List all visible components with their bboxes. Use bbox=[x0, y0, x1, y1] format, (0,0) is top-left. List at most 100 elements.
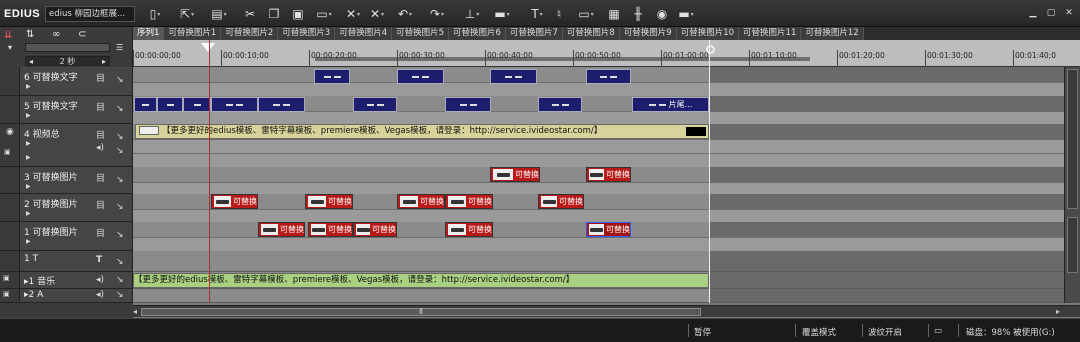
image-clip[interactable]: 可替换 bbox=[308, 222, 353, 237]
text-clip[interactable] bbox=[314, 69, 350, 84]
zoom-in-icon[interactable]: ▸ bbox=[102, 57, 106, 66]
vertical-scroll-thumb[interactable] bbox=[1067, 69, 1078, 209]
undo-icon[interactable]: ↶ ▾ bbox=[396, 5, 414, 23]
channel-icon[interactable]: ▣ bbox=[3, 274, 10, 282]
link-icon[interactable]: ⇅ bbox=[26, 29, 34, 40]
tab-image-4[interactable]: 可替换图片4 bbox=[335, 27, 393, 40]
text-clip[interactable] bbox=[183, 97, 211, 112]
track-expand-icon[interactable]: ↘ bbox=[116, 290, 124, 300]
maximize-icon[interactable]: ▢ bbox=[1044, 6, 1058, 20]
track-header-2[interactable]: 2 可替换图片 目 ↘ ▶ bbox=[0, 194, 133, 222]
tab-image-7[interactable]: 可替换图片7 bbox=[505, 27, 563, 40]
image-clip[interactable]: 可替换 bbox=[353, 222, 397, 237]
group-icon[interactable]: ∞ bbox=[52, 29, 60, 40]
track-header-3[interactable]: 3 可替换图片 目 ↘ ▶ bbox=[0, 167, 133, 194]
collapse-arrow-icon[interactable]: ▶ bbox=[26, 183, 31, 190]
text-clip[interactable] bbox=[258, 97, 305, 112]
collapse-arrow-icon[interactable]: ▶ bbox=[26, 140, 31, 147]
text-clip[interactable] bbox=[157, 97, 183, 112]
video-toggle-icon[interactable]: ◉ bbox=[6, 127, 14, 137]
collapse-arrow-icon[interactable]: ▶ bbox=[26, 154, 31, 161]
speaker-icon[interactable]: ◂) bbox=[96, 290, 104, 300]
track-lane-a2[interactable] bbox=[133, 289, 1072, 303]
cut-icon[interactable]: ✂ bbox=[242, 5, 258, 23]
channel-icon[interactable]: ▣ bbox=[3, 290, 10, 298]
track-lane-3[interactable]: 可替换 可替换 bbox=[133, 167, 1072, 194]
monitor-icon[interactable]: ▭ bbox=[934, 326, 942, 336]
image-clip[interactable]: 可替换 bbox=[305, 194, 353, 209]
ripple-status[interactable]: 波纹开启 bbox=[868, 326, 902, 338]
sync-icon[interactable]: ⊂ bbox=[78, 29, 86, 40]
track-lane-6[interactable] bbox=[133, 67, 1072, 96]
track-lane-a1[interactable]: 【更多更好的edius模板、雷特字幕模板、premiere模板、Vegas模板，… bbox=[133, 272, 1072, 289]
voiceover-icon[interactable]: ♮ bbox=[552, 5, 566, 23]
image-clip[interactable]: 可替换 bbox=[397, 194, 445, 209]
vertical-scrollbar[interactable] bbox=[1064, 67, 1080, 303]
redo-icon[interactable]: ↷ ▾ bbox=[428, 5, 446, 23]
scroll-right-icon[interactable]: ▸ bbox=[1056, 306, 1060, 318]
track-expand-icon[interactable]: ↘ bbox=[116, 175, 124, 185]
project-name[interactable]: edius 柳园边框展... bbox=[45, 6, 135, 22]
tab-image-5[interactable]: 可替换图片5 bbox=[392, 27, 450, 40]
track-display-icon[interactable]: 目 bbox=[96, 198, 105, 211]
track-display-icon[interactable]: 目 bbox=[96, 128, 105, 141]
edit-mode-status[interactable]: 覆盖模式 bbox=[802, 326, 836, 338]
zoom-out-icon[interactable]: ◂ bbox=[29, 57, 33, 66]
track-expand-icon[interactable]: ↘ bbox=[116, 202, 124, 212]
text-clip[interactable] bbox=[490, 69, 537, 84]
track-header-a1[interactable]: ▣ ▸1 音乐 ◂) ↘ bbox=[0, 272, 133, 289]
scroll-left-icon[interactable]: ◂ bbox=[133, 306, 137, 318]
insert-mode-icon[interactable]: ▭ ▾ bbox=[314, 5, 334, 23]
title-track-icon[interactable]: T bbox=[96, 255, 102, 265]
title-icon[interactable]: T ▾ bbox=[528, 5, 546, 23]
image-clip[interactable]: 可替换 bbox=[538, 194, 584, 209]
save-icon[interactable]: ▤ ▾ bbox=[210, 5, 228, 23]
text-clip[interactable] bbox=[397, 69, 444, 84]
speaker-icon[interactable]: ◂) bbox=[96, 275, 104, 285]
track-expand-icon[interactable]: ↘ bbox=[116, 230, 124, 240]
image-clip[interactable]: 可替换 bbox=[211, 194, 258, 209]
video-clip-banner[interactable]: 【更多更好的edius模板、雷特字幕模板、premiere模板、Vegas模板，… bbox=[135, 124, 709, 139]
track-display-icon[interactable]: 目 bbox=[96, 71, 105, 84]
audio-mixer-icon[interactable]: ▦ bbox=[606, 5, 622, 23]
timecode-ruler[interactable]: 00:00:00;00 00:00:10;00 00:00:20;00 00:0… bbox=[133, 40, 1080, 67]
speaker-icon[interactable]: ◂) bbox=[96, 143, 104, 153]
close-icon[interactable]: ✕ bbox=[1062, 6, 1076, 20]
text-clip[interactable] bbox=[134, 97, 157, 112]
text-clip-ending[interactable]: 片尾... bbox=[632, 97, 709, 112]
image-clip-selected[interactable]: 可替换 bbox=[586, 222, 631, 237]
playhead-handle[interactable] bbox=[201, 43, 215, 52]
track-expand-icon[interactable]: ↘ bbox=[116, 104, 124, 114]
track-header-1[interactable]: 1 可替换图片 目 ↘ ▶ bbox=[0, 222, 133, 251]
text-clip[interactable] bbox=[445, 97, 491, 112]
open-icon[interactable]: ⇱ ▾ bbox=[178, 5, 196, 23]
collapse-arrow-icon[interactable]: ▶ bbox=[26, 210, 31, 217]
text-clip[interactable] bbox=[586, 69, 631, 84]
track-expand-icon[interactable]: ↘ bbox=[116, 75, 124, 85]
collapse-arrow-icon[interactable]: ▶ bbox=[26, 83, 31, 90]
image-clip[interactable]: 可替换 bbox=[258, 222, 305, 237]
tab-image-3[interactable]: 可替换图片3 bbox=[278, 27, 336, 40]
delete-icon[interactable]: ✕ ▾ bbox=[344, 5, 362, 23]
marker-icon[interactable]: ◉ bbox=[654, 5, 670, 23]
timeline-zoom[interactable]: ◂ 2 秒 ▸ bbox=[25, 56, 110, 66]
track-expand-icon[interactable]: ↘ bbox=[116, 275, 124, 285]
tab-image-9[interactable]: 可替换图片9 bbox=[619, 27, 677, 40]
ripple-icon[interactable]: ✕ ▾ bbox=[368, 5, 386, 23]
paste-icon[interactable]: ▣ bbox=[290, 5, 306, 23]
track-header-4[interactable]: ◉ ▣ 4 视频总 目 ◂) ↘ ↘ ▶ ▶ bbox=[0, 124, 133, 167]
tab-image-2[interactable]: 可替换图片2 bbox=[221, 27, 279, 40]
track-header-6[interactable]: 6 可替换文字 目 ↘ ▶ bbox=[0, 67, 133, 96]
collapse-arrow-icon[interactable]: ▶ bbox=[26, 238, 31, 245]
text-clip[interactable] bbox=[211, 97, 258, 112]
collapse-arrow-icon[interactable]: ▶ bbox=[26, 112, 31, 119]
image-clip[interactable]: 可替换 bbox=[445, 222, 493, 237]
tab-image-11[interactable]: 可替换图片11 bbox=[739, 27, 802, 40]
track-lane-4[interactable]: 【更多更好的edius模板、雷特字幕模板、premiere模板、Vegas模板，… bbox=[133, 124, 1072, 167]
track-lane-t1[interactable] bbox=[133, 251, 1072, 272]
image-clip[interactable]: 可替换 bbox=[445, 194, 493, 209]
tab-image-8[interactable]: 可替换图片8 bbox=[562, 27, 620, 40]
tab-image-6[interactable]: 可替换图片6 bbox=[449, 27, 506, 40]
track-icon[interactable]: ▬ ▾ bbox=[492, 5, 512, 23]
view-icon[interactable]: ▬ ▾ bbox=[676, 5, 696, 23]
